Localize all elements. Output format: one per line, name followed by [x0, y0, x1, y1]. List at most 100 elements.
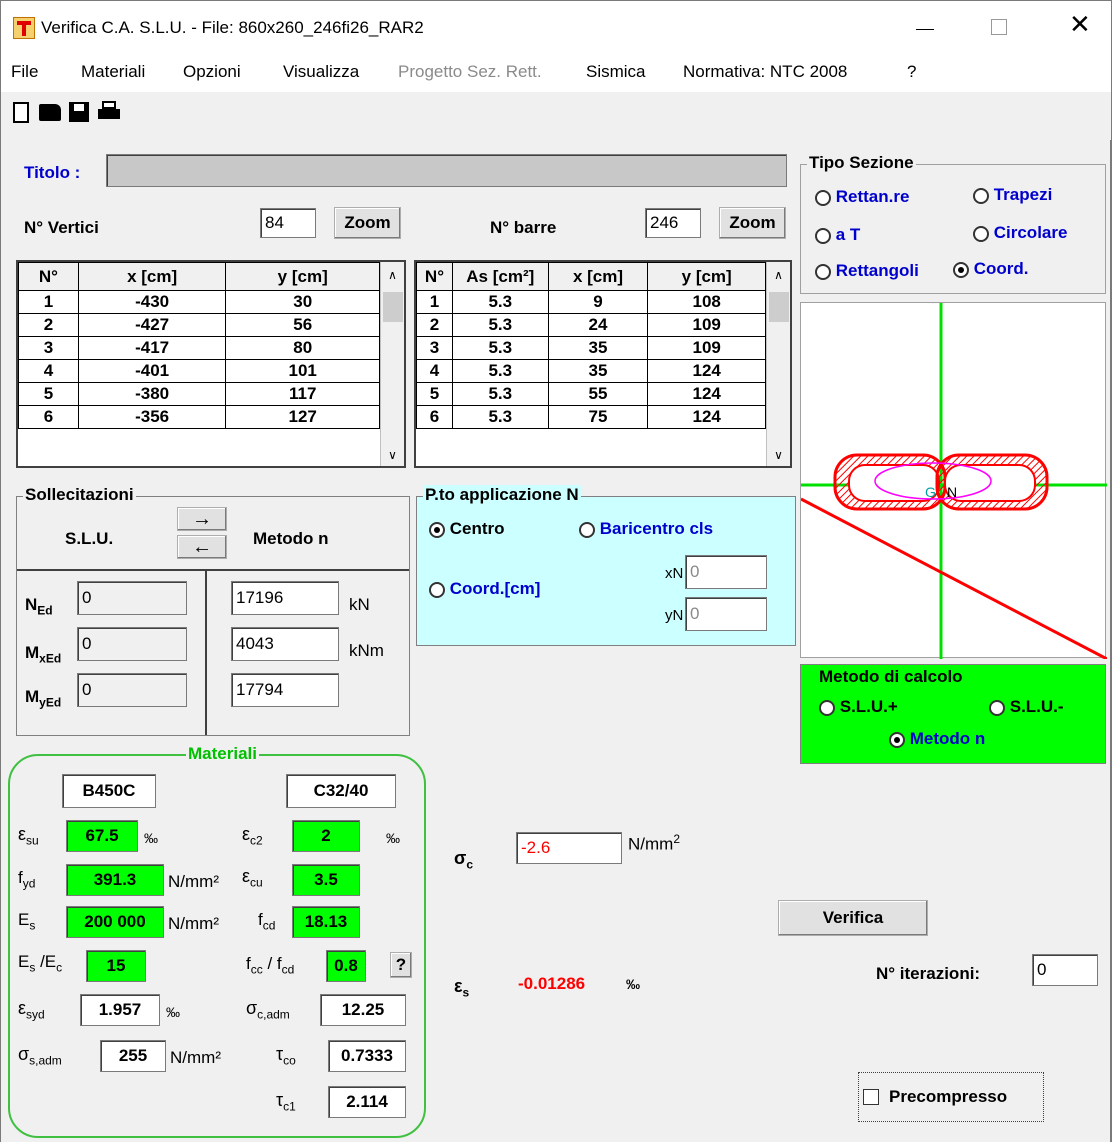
table-row[interactable]: 5 -380 117 [18, 382, 380, 406]
app-icon[interactable] [13, 17, 35, 39]
radio-rettangoli[interactable]: Rettangoli [815, 261, 919, 281]
table-row[interactable]: 5 5.3 55 124 [416, 382, 766, 406]
close-icon[interactable]: ✕ [1069, 9, 1091, 40]
fcc-fcd-field[interactable]: 0.8 [326, 950, 366, 982]
verifica-button[interactable]: Verifica [778, 900, 928, 936]
vertici-scrollbar[interactable]: ∧ ∨ [380, 262, 404, 466]
table-row[interactable]: 3 5.3 35 109 [416, 336, 766, 360]
table-row[interactable]: 4 -401 101 [18, 359, 380, 383]
es-field[interactable]: 200 000 [66, 906, 164, 938]
menu-help[interactable]: ? [907, 62, 916, 82]
table-row[interactable]: 2 5.3 24 109 [416, 313, 766, 337]
scroll-down-icon[interactable]: ∨ [381, 448, 404, 462]
cell[interactable]: 5.3 [451, 382, 549, 406]
cell[interactable]: 5 [416, 382, 453, 406]
cell[interactable]: 124 [647, 382, 766, 406]
cell[interactable]: -417 [77, 336, 227, 360]
fcd-field[interactable]: 18.13 [292, 906, 360, 938]
cell[interactable]: 5.3 [451, 290, 549, 314]
section-view[interactable]: G N [800, 302, 1108, 661]
titolo-input[interactable] [106, 154, 787, 187]
cell[interactable]: -401 [77, 359, 227, 383]
esyd-field[interactable]: 1.957 [80, 994, 160, 1026]
ned-slu-input[interactable]: 0 [77, 581, 187, 615]
radio-centro[interactable]: Centro [429, 519, 505, 539]
tc1-field[interactable]: 2.114 [328, 1086, 406, 1118]
cell[interactable]: 3 [416, 336, 453, 360]
copy-left-button[interactable]: ← [177, 535, 227, 559]
cell[interactable]: 2 [416, 313, 453, 337]
save-icon[interactable] [69, 102, 89, 122]
cell[interactable]: 1 [18, 290, 79, 314]
cell[interactable]: 2 [18, 313, 79, 337]
barre-count-input[interactable]: 246 [645, 208, 701, 238]
table-row[interactable]: 6 5.3 75 124 [416, 405, 766, 429]
cell[interactable]: 75 [547, 405, 649, 429]
radio-circolare[interactable]: Circolare [973, 223, 1067, 243]
scroll-thumb[interactable] [769, 292, 789, 322]
print-icon[interactable] [98, 101, 120, 122]
cell[interactable]: 117 [225, 382, 380, 406]
scroll-thumb[interactable] [383, 292, 403, 322]
table-row[interactable]: 3 -417 80 [18, 336, 380, 360]
radio-slu-minus[interactable]: S.L.U.- [989, 697, 1064, 717]
xn-input[interactable]: 0 [685, 555, 767, 589]
cell[interactable]: -356 [77, 405, 227, 429]
sc-adm-field[interactable]: 12.25 [320, 994, 406, 1026]
myed-n-input[interactable]: 17794 [231, 673, 339, 707]
cell[interactable]: 5.3 [451, 313, 549, 337]
radio-slu-plus[interactable]: S.L.U.+ [819, 697, 898, 717]
radio-metodo-n[interactable]: Metodo n [889, 729, 985, 749]
fyd-field[interactable]: 391.3 [66, 864, 164, 896]
cell[interactable]: 56 [225, 313, 380, 337]
cell[interactable]: 24 [547, 313, 649, 337]
cell[interactable]: 101 [225, 359, 380, 383]
maximize-icon[interactable] [991, 19, 1007, 35]
iterazioni-field[interactable]: 0 [1032, 954, 1098, 986]
myed-slu-input[interactable]: 0 [77, 673, 187, 707]
cell[interactable]: 5.3 [451, 359, 549, 383]
cell[interactable]: 4 [18, 359, 79, 383]
sigma-c-field[interactable]: -2.6 [516, 832, 622, 864]
cell[interactable]: 5.3 [451, 336, 549, 360]
cell[interactable]: 80 [225, 336, 380, 360]
menu-materiali[interactable]: Materiali [81, 62, 145, 82]
ecu-field[interactable]: 3.5 [292, 864, 360, 896]
new-file-icon[interactable] [13, 102, 29, 123]
radio-at[interactable]: a T [815, 225, 860, 245]
barre-zoom-button[interactable]: Zoom [719, 207, 786, 239]
copy-right-button[interactable]: → [177, 507, 227, 531]
table-row[interactable]: 1 -430 30 [18, 290, 380, 314]
table-row[interactable]: 6 -356 127 [18, 405, 380, 429]
table-row[interactable]: 2 -427 56 [18, 313, 380, 337]
cell[interactable]: 3 [18, 336, 79, 360]
cell[interactable]: 35 [547, 336, 649, 360]
precompresso-checkbox[interactable]: Precompresso [858, 1072, 1044, 1122]
scroll-up-icon[interactable]: ∧ [381, 262, 404, 282]
cell[interactable]: 109 [647, 336, 766, 360]
cell[interactable]: 124 [647, 405, 766, 429]
cell[interactable]: 109 [647, 313, 766, 337]
cell[interactable]: -430 [77, 290, 227, 314]
cell[interactable]: 9 [547, 290, 649, 314]
ss-adm-field[interactable]: 255 [100, 1040, 166, 1072]
cell[interactable]: 6 [416, 405, 453, 429]
cell[interactable]: 124 [647, 359, 766, 383]
radio-rettanre[interactable]: Rettan.re [815, 187, 909, 207]
cell[interactable]: 6 [18, 405, 79, 429]
minimize-icon[interactable] [916, 29, 934, 30]
yn-input[interactable]: 0 [685, 597, 767, 631]
es-ec-field[interactable]: 15 [86, 950, 146, 982]
ned-n-input[interactable]: 17196 [231, 581, 339, 615]
vertici-count-input[interactable]: 84 [260, 208, 316, 238]
concrete-grade[interactable]: C32/40 [286, 774, 396, 808]
cell[interactable]: -380 [77, 382, 227, 406]
open-folder-icon[interactable] [39, 104, 61, 121]
tco-field[interactable]: 0.7333 [328, 1040, 406, 1072]
cell[interactable]: 55 [547, 382, 649, 406]
radio-trapezi[interactable]: Trapezi [973, 185, 1052, 205]
esu-field[interactable]: 67.5 [66, 820, 138, 852]
cell[interactable]: 4 [416, 359, 453, 383]
cell[interactable]: -427 [77, 313, 227, 337]
ec2-field[interactable]: 2 [292, 820, 360, 852]
